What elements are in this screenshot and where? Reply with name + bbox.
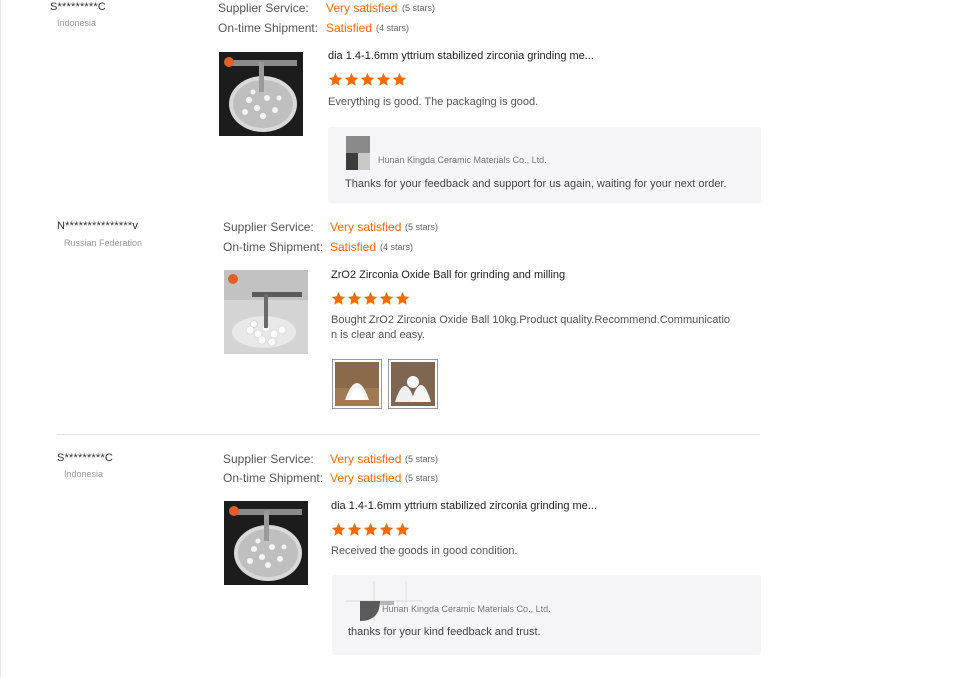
star-icon	[347, 291, 362, 305]
star-icon	[363, 522, 378, 536]
star-icon	[392, 72, 407, 86]
supplier-service-label: Supplier Service:	[223, 452, 314, 466]
review-photo[interactable]	[388, 359, 438, 409]
supplier-service-label: Supplier Service:	[218, 1, 309, 15]
star-icon	[331, 522, 346, 536]
star-icon	[363, 291, 378, 305]
buyer-country: Indonesia	[57, 18, 97, 28]
supplier-reply: Hunan Kingda Ceramic Materials Co., Ltd.…	[328, 127, 761, 203]
product-thumbnail[interactable]	[219, 52, 303, 136]
star-icon	[360, 72, 375, 86]
reply-company-name: Hunan Kingda Ceramic Materials Co., Ltd.	[378, 155, 547, 165]
review-star-rating	[331, 522, 411, 537]
review-star-rating	[331, 291, 411, 306]
review-item: S*********C Indonesia Supplier Service: …	[0, 0, 961, 210]
buyer-country: Russian Federation	[64, 238, 143, 248]
review-text: Everything is good. The packaging is goo…	[328, 96, 539, 108]
shipment-value: Satisfied	[330, 240, 377, 254]
product-title[interactable]: dia 1.4-1.6mm yttrium stabilized zirconi…	[328, 50, 594, 62]
buyer-country: Indonesia	[64, 469, 104, 479]
reply-company-name: Hunan Kingda Ceramic Materials Co., Ltd.	[382, 604, 551, 614]
shipment-label: On-time Shipment:	[223, 240, 324, 254]
review-text-line-1: Bought ZrO2 Zirconia Oxide Ball 10kg.Pro…	[331, 314, 731, 326]
supplier-service-label: Supplier Service:	[223, 220, 314, 234]
supplier-service-stars: (5 stars)	[402, 3, 436, 13]
review-star-rating	[328, 72, 408, 87]
star-icon	[347, 522, 362, 536]
star-icon	[328, 72, 343, 86]
star-icon	[331, 291, 346, 305]
product-title[interactable]: ZrO2 Zirconia Oxide Ball for grinding an…	[331, 269, 565, 281]
star-icon	[379, 291, 394, 305]
reply-text: Thanks for your feedback and support for…	[345, 178, 727, 190]
shipment-rating: On-time Shipment: Satisfied (4 stars)	[223, 239, 523, 255]
review-item: N***************v Russian Federation Sup…	[0, 210, 961, 435]
shipment-stars: (5 stars)	[405, 473, 439, 483]
supplier-service-rating: Supplier Service: Very satisfied (5 star…	[223, 219, 523, 235]
company-logo-icon	[346, 136, 370, 175]
supplier-service-value: Very satisfied	[330, 220, 402, 234]
supplier-service-stars: (5 stars)	[405, 222, 439, 232]
product-thumbnail[interactable]	[224, 501, 308, 585]
product-title[interactable]: dia 1.4-1.6mm yttrium stabilized zirconi…	[331, 500, 597, 512]
star-icon	[379, 522, 394, 536]
shipment-value: Satisfied	[326, 21, 373, 35]
star-icon	[395, 291, 410, 305]
supplier-service-value: Very satisfied	[326, 1, 398, 15]
buyer-name: S*********C	[57, 452, 114, 464]
shipment-label: On-time Shipment:	[218, 21, 319, 35]
product-thumbnail[interactable]	[224, 270, 308, 354]
star-icon	[395, 522, 410, 536]
shipment-label: On-time Shipment:	[223, 471, 324, 485]
supplier-service-stars: (5 stars)	[405, 454, 439, 464]
reply-text: thanks for your kind feedback and trust.	[348, 626, 541, 638]
shipment-stars: (4 stars)	[380, 242, 414, 252]
buyer-name: S*********C	[50, 1, 107, 13]
shipment-stars: (4 stars)	[376, 23, 410, 33]
supplier-service-rating: Supplier Service: Very satisfied (5 star…	[223, 451, 523, 467]
supplier-service-value: Very satisfied	[330, 452, 402, 466]
review-photo[interactable]	[332, 359, 382, 409]
buyer-name: N***************v	[57, 220, 139, 232]
shipment-value: Very satisfied	[330, 471, 402, 485]
star-icon	[344, 72, 359, 86]
review-text: Received the goods in good condition.	[331, 545, 518, 557]
review-item: S*********C Indonesia Supplier Service: …	[0, 435, 961, 677]
shipment-rating: On-time Shipment: Satisfied (4 stars)	[218, 20, 518, 36]
supplier-service-rating: Supplier Service: Very satisfied (5 star…	[218, 0, 518, 16]
shipment-rating: On-time Shipment: Very satisfied (5 star…	[223, 470, 523, 486]
supplier-reply: Hunan Kingda Ceramic Materials Co., Ltd.…	[332, 575, 761, 655]
review-text-line-2: n is clear and easy.	[331, 329, 425, 341]
star-icon	[376, 72, 391, 86]
